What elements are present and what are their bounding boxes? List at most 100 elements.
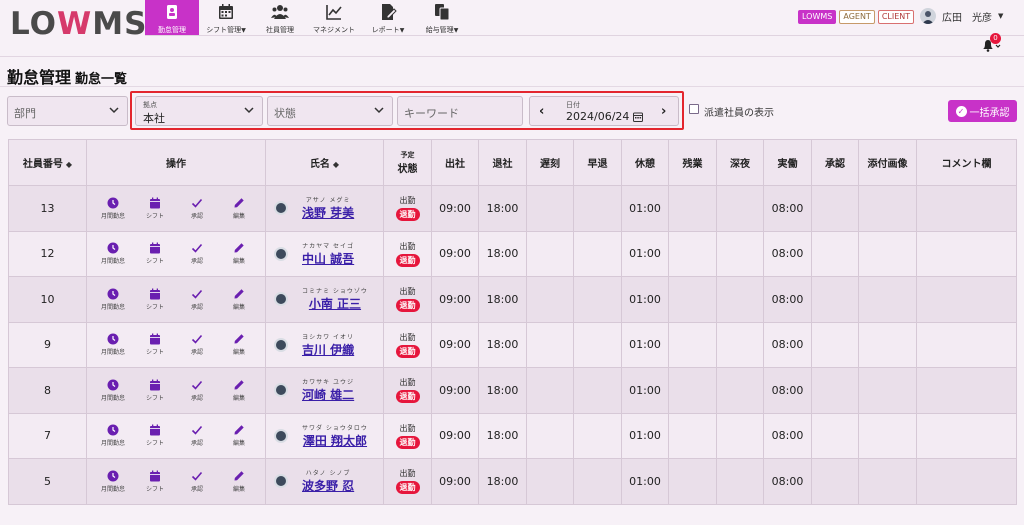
employee-name-link[interactable]: 河崎 雄二 (302, 386, 354, 403)
cell-operations: 月間勤怠 シフト 承認 編集 (86, 367, 266, 414)
op-label: 月間勤怠 (101, 212, 126, 220)
dispatch-checkbox[interactable] (689, 104, 699, 114)
name-kana: ヨシカワ イオリ (302, 333, 355, 341)
edit-button[interactable]: 編集 (227, 424, 251, 447)
nav-attendance[interactable]: 勤怠管理 (145, 0, 199, 36)
shift-button[interactable]: シフト (143, 379, 167, 402)
sort-icon: ◆ (332, 160, 340, 169)
op-label: 承認 (190, 303, 203, 311)
plan-text: 出勤 (399, 469, 416, 479)
monthly-attendance-button[interactable]: 月間勤怠 (101, 288, 125, 311)
badge-icon (167, 5, 177, 19)
col-name[interactable]: 氏名 ◆ (265, 139, 384, 186)
cell-operations: 月間勤怠 シフト 承認 編集 (86, 321, 266, 368)
employee-name-link[interactable]: 小南 正三 (309, 295, 361, 312)
cell-operations: 月間勤怠 シフト 承認 編集 (86, 276, 266, 323)
calendar-icon (150, 333, 160, 345)
app-logo[interactable]: LOWMS (10, 6, 147, 42)
monthly-attendance-button[interactable]: 月間勤怠 (101, 242, 125, 265)
calendar-icon[interactable] (633, 112, 643, 122)
cell-late (526, 276, 574, 323)
employee-name-link[interactable]: 波多野 忍 (302, 477, 354, 494)
date-picker[interactable]: ‹ 日付 2024/06/24 › (529, 96, 679, 126)
nav-employees[interactable]: 社員管理 (253, 0, 307, 36)
shift-button[interactable]: シフト (143, 333, 167, 356)
cell-clock-out: 18:00 (478, 412, 527, 459)
edit-button[interactable]: 編集 (227, 242, 251, 265)
col-early: 早退 (573, 139, 622, 186)
cell-plan-status: 出勤 退勤 (383, 321, 432, 368)
nav-management[interactable]: マネジメント (307, 0, 361, 36)
cell-early (573, 230, 622, 277)
cell-overtime (668, 458, 717, 505)
approve-button[interactable]: 承認 (185, 333, 209, 356)
shift-button[interactable]: シフト (143, 470, 167, 493)
edit-button[interactable]: 編集 (227, 379, 251, 402)
approve-button[interactable]: 承認 (185, 242, 209, 265)
edit-button[interactable]: 編集 (227, 197, 251, 220)
cell-night (716, 412, 764, 459)
op-label: 編集 (232, 258, 245, 266)
col-night: 深夜 (716, 139, 764, 186)
bulk-approve-button[interactable]: ✓ 一括承認 (948, 100, 1017, 122)
op-label: 月間勤怠 (101, 485, 126, 493)
keyword-input[interactable]: キーワード (397, 96, 523, 126)
cell-plan-status: 出勤 退勤 (383, 230, 432, 277)
cell-comment (916, 321, 1017, 368)
avatar (274, 292, 288, 307)
nav-shift[interactable]: シフト管理▼ (199, 0, 253, 36)
chevron-right-icon[interactable]: › (661, 104, 666, 119)
table-row: 8 月間勤怠 シフト 承認 編集 カワサキ ユウジ 河崎 雄二 出勤 退勤 09… (8, 367, 1017, 414)
cell-overtime (668, 367, 717, 414)
edit-button[interactable]: 編集 (227, 333, 251, 356)
sort-icon: ◆ (65, 160, 73, 169)
cell-break: 01:00 (621, 321, 669, 368)
col-clock-in: 出社 (431, 139, 479, 186)
employee-name-link[interactable]: 澤田 翔太郎 (303, 432, 367, 449)
op-label: シフト (145, 440, 164, 448)
cell-name: ナカヤマ セイゴ 中山 誠吾 (265, 230, 384, 277)
col-employee-no[interactable]: 社員番号 ◆ (8, 139, 87, 186)
plan-text: 出勤 (399, 196, 416, 206)
tag-lowms[interactable]: LOWMS (798, 10, 837, 24)
approve-button[interactable]: 承認 (185, 197, 209, 220)
department-select[interactable]: 部門 (7, 96, 128, 126)
tag-client[interactable]: CLIENT (877, 10, 915, 24)
approve-button[interactable]: 承認 (185, 288, 209, 311)
chevron-left-icon[interactable]: ‹ (539, 104, 544, 119)
employee-name-link[interactable]: 浅野 芽美 (302, 204, 354, 221)
cell-employee-no: 13 (8, 185, 87, 232)
cell-clock-in: 09:00 (431, 230, 479, 277)
shift-button[interactable]: シフト (143, 242, 167, 265)
shift-button[interactable]: シフト (143, 288, 167, 311)
employee-name-link[interactable]: 中山 誠吾 (302, 250, 354, 267)
clock-icon (107, 197, 119, 209)
employee-name-link[interactable]: 吉川 伊織 (302, 341, 354, 358)
tag-agent[interactable]: AGENT (839, 10, 875, 24)
monthly-attendance-button[interactable]: 月間勤怠 (101, 379, 125, 402)
edit-button[interactable]: 編集 (227, 288, 251, 311)
op-label: 編集 (232, 394, 245, 402)
status-select[interactable]: 状態 (267, 96, 393, 126)
nav-report[interactable]: レポート▼ (361, 0, 415, 36)
user-menu[interactable]: 広田 光彦 ▼ (920, 8, 1003, 24)
col-clock-out: 退社 (478, 139, 527, 186)
approve-button[interactable]: 承認 (185, 470, 209, 493)
cell-approval (811, 367, 859, 414)
monthly-attendance-button[interactable]: 月間勤怠 (101, 424, 125, 447)
cell-clock-in: 09:00 (431, 458, 479, 505)
approve-button[interactable]: 承認 (185, 379, 209, 402)
name-kana: ナカヤマ セイゴ (302, 242, 355, 250)
shift-button[interactable]: シフト (143, 197, 167, 220)
plan-text: 出勤 (399, 287, 416, 297)
nav-payroll[interactable]: 給与管理▼ (415, 0, 469, 36)
monthly-attendance-button[interactable]: 月間勤怠 (101, 333, 125, 356)
cell-actual: 08:00 (763, 412, 812, 459)
cell-approval (811, 185, 859, 232)
monthly-attendance-button[interactable]: 月間勤怠 (101, 197, 125, 220)
edit-button[interactable]: 編集 (227, 470, 251, 493)
approve-button[interactable]: 承認 (185, 424, 209, 447)
monthly-attendance-button[interactable]: 月間勤怠 (101, 470, 125, 493)
base-select[interactable]: 拠点 本社 (135, 96, 263, 126)
shift-button[interactable]: シフト (143, 424, 167, 447)
